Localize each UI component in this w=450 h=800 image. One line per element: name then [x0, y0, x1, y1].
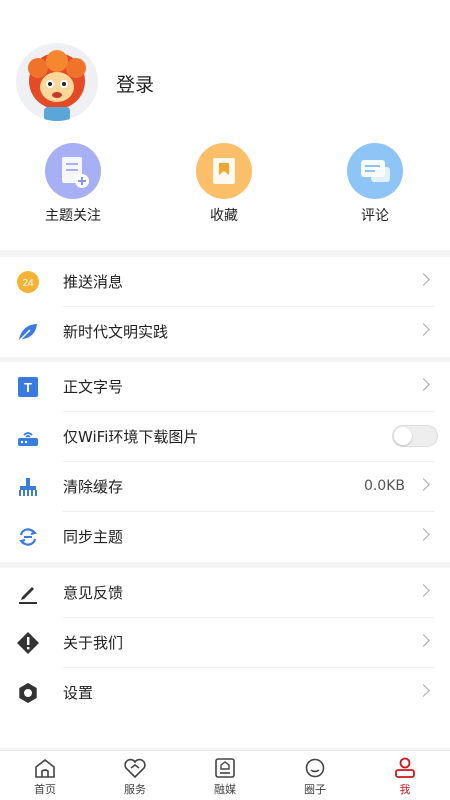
- quick-comments[interactable]: 评论: [305, 143, 445, 225]
- tab-service[interactable]: 服务: [90, 751, 180, 800]
- tab-media[interactable]: 融媒: [180, 751, 270, 800]
- chevron-right-icon: [417, 684, 430, 697]
- quick-favorites[interactable]: 收藏: [154, 143, 294, 225]
- menu-item-label: 关于我们: [63, 634, 124, 652]
- router-icon: [18, 432, 38, 446]
- wifi-only-toggle[interactable]: [392, 425, 438, 447]
- chevron-right-icon: [417, 478, 430, 491]
- tab-circle-label: 圈子: [304, 783, 326, 796]
- heart-service-icon: [124, 758, 146, 779]
- chevron-right-icon: [417, 584, 430, 597]
- avatar[interactable]: [16, 43, 98, 121]
- edit-icon: [19, 587, 37, 604]
- text-size-icon: T: [18, 377, 38, 397]
- menu-item-label: 仅WiFi环境下载图片: [63, 428, 199, 446]
- tab-circle[interactable]: 圈子: [270, 751, 360, 800]
- menu-item-label: 推送消息: [63, 273, 124, 291]
- menu-item-label: 意见反馈: [63, 584, 124, 602]
- menu-item-sync-topics[interactable]: 同步主题: [0, 512, 450, 562]
- menu-item-font-size[interactable]: T 正文字号: [0, 362, 450, 412]
- menu-item-label: 清除缓存: [63, 478, 124, 496]
- tab-service-label: 服务: [124, 783, 146, 796]
- sync-icon: [19, 528, 37, 546]
- leaf-icon: [19, 324, 37, 341]
- media-icon: [215, 758, 235, 778]
- chevron-right-icon: [417, 323, 430, 336]
- menu-item-settings[interactable]: 设置: [0, 668, 450, 718]
- tab-me[interactable]: 我: [360, 751, 450, 800]
- menu-group-messages: 24 推送消息 新时代文明实践: [0, 257, 450, 357]
- quick-topic-follow-label: 主题关注: [45, 208, 101, 224]
- tab-me-label: 我: [399, 783, 411, 796]
- menu-item-feedback[interactable]: 意见反馈: [0, 568, 450, 618]
- bottom-tab-bar: 首页 服务 融媒 圈子 我: [0, 750, 450, 800]
- menu-item-label: 正文字号: [63, 378, 124, 396]
- tab-home[interactable]: 首页: [0, 751, 90, 800]
- quick-favorites-label: 收藏: [210, 208, 238, 224]
- menu-item-about-us[interactable]: 关于我们: [0, 618, 450, 668]
- login-link[interactable]: 登录: [116, 70, 154, 97]
- menu-item-clear-cache[interactable]: 清除缓存 0.0KB: [0, 462, 450, 512]
- chevron-right-icon: [417, 528, 430, 541]
- bookmark-icon: [196, 143, 252, 199]
- info-icon: [17, 632, 39, 654]
- svg-text:24: 24: [22, 278, 34, 289]
- topic-add-icon: [45, 143, 101, 199]
- svg-text:T: T: [24, 380, 32, 395]
- tab-media-label: 融媒: [214, 783, 236, 796]
- tab-home-label: 首页: [34, 783, 56, 796]
- gear-icon: [19, 683, 37, 703]
- menu-item-push-messages[interactable]: 24 推送消息: [0, 257, 450, 307]
- lion-avatar-icon: [28, 50, 86, 121]
- chevron-right-icon: [417, 378, 430, 391]
- menu-group-about: 意见反馈 关于我们 设置: [0, 568, 450, 748]
- comment-icon: [347, 143, 403, 199]
- broom-icon: [19, 478, 37, 496]
- menu-item-label: 新时代文明实践: [63, 323, 169, 341]
- cache-size-value: 0.0KB: [363, 478, 405, 494]
- chevron-right-icon: [417, 634, 430, 647]
- menu-item-label: 设置: [63, 684, 94, 702]
- home-icon: [35, 758, 55, 778]
- menu-item-civilization-practice[interactable]: 新时代文明实践: [0, 307, 450, 357]
- profile-header: 登录 主题关注 收藏 评论: [0, 0, 450, 250]
- user-icon: [395, 757, 415, 778]
- menu-group-settings: T 正文字号 仅WiFi环境下载图片 清除缓存 0.0KB 同步主题: [0, 362, 450, 562]
- chevron-right-icon: [417, 273, 430, 286]
- quick-topic-follow[interactable]: 主题关注: [3, 143, 143, 225]
- push-badge-icon: 24: [17, 271, 39, 293]
- menu-item-wifi-only-images: 仅WiFi环境下载图片: [0, 412, 450, 462]
- quick-comments-label: 评论: [361, 208, 389, 224]
- menu-item-label: 同步主题: [63, 528, 124, 546]
- circle-chat-icon: [305, 758, 325, 778]
